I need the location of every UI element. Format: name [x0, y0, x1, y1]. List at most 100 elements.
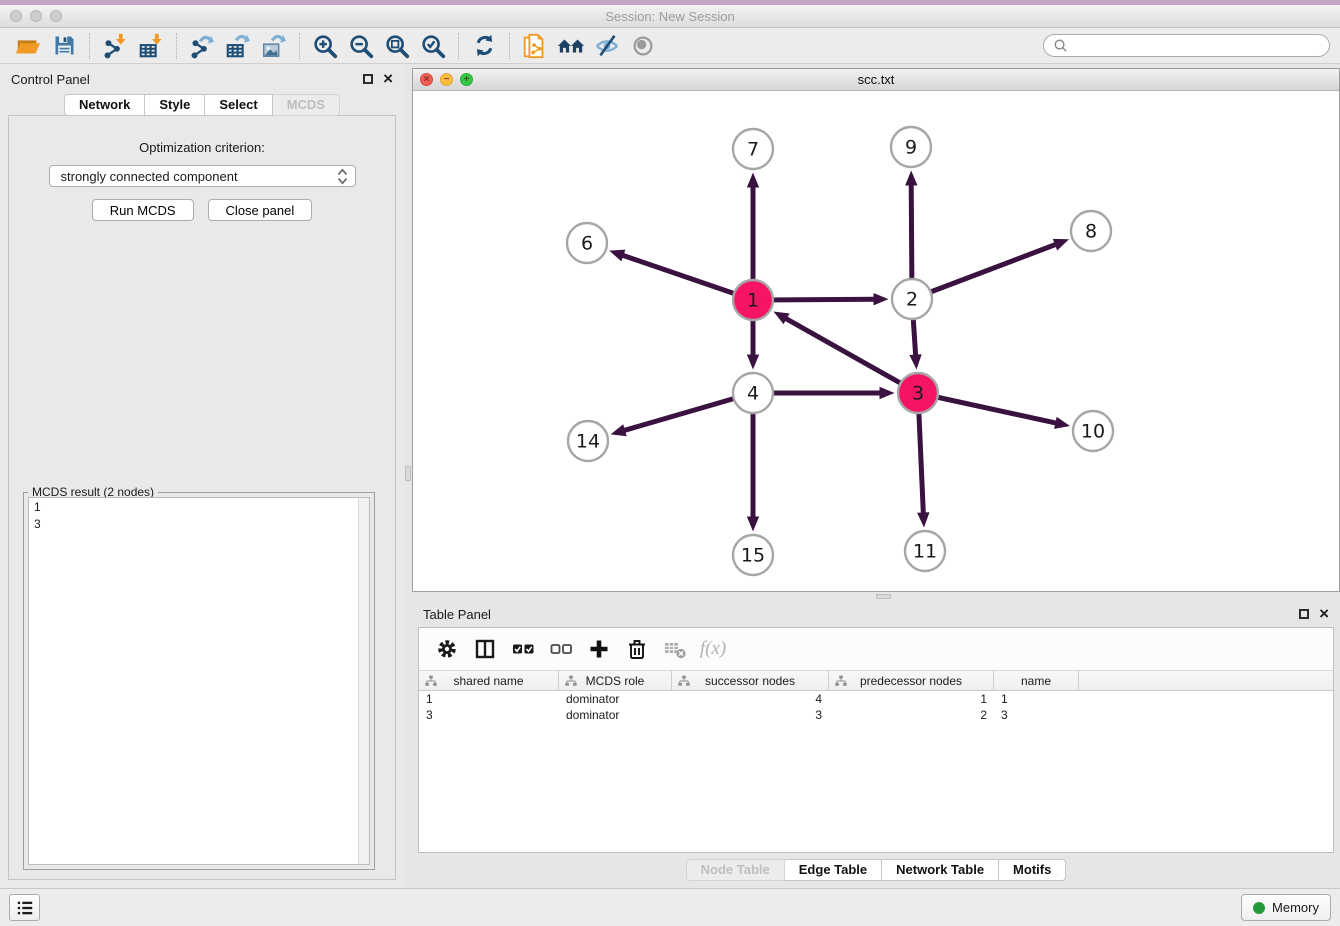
graph-edge-arrow: [747, 517, 759, 532]
save-session-button[interactable]: [46, 31, 82, 61]
unselect-all-button[interactable]: [545, 635, 577, 663]
toolbar-separator: [89, 33, 90, 59]
zoom-selected-button[interactable]: [415, 31, 451, 61]
cell-name[interactable]: 3: [994, 708, 1079, 722]
float-panel-icon[interactable]: [363, 74, 373, 84]
function-builder-button[interactable]: f(x): [697, 635, 729, 663]
close-panel-icon[interactable]: ×: [1319, 609, 1329, 619]
status-bar: Memory: [0, 888, 1340, 926]
search-input[interactable]: [1074, 39, 1320, 53]
horizontal-splitter[interactable]: [412, 592, 1340, 601]
select-all-button[interactable]: [507, 635, 539, 663]
new-network-button[interactable]: [517, 31, 553, 61]
import-table-button[interactable]: [133, 31, 169, 61]
tab-network[interactable]: Network: [64, 94, 145, 116]
cell-successor-nodes[interactable]: 4: [672, 692, 829, 706]
toolbar-separator: [509, 33, 510, 59]
apply-layout-icon: [471, 32, 498, 59]
column-header-name[interactable]: name: [994, 671, 1079, 690]
column-header-predecessor-nodes[interactable]: predecessor nodes: [829, 671, 994, 690]
list-icon: [16, 899, 34, 917]
close-panel-button[interactable]: Close panel: [208, 199, 313, 221]
import-network-button[interactable]: [97, 31, 133, 61]
window-title: Session: New Session: [0, 9, 1340, 24]
hierarchy-icon: [425, 675, 437, 687]
cell-successor-nodes[interactable]: 3: [672, 708, 829, 722]
open-file-button[interactable]: [10, 31, 46, 61]
memory-button[interactable]: Memory: [1241, 894, 1331, 921]
close-panel-icon[interactable]: ×: [383, 74, 393, 84]
export-image-icon: [260, 32, 288, 60]
main-toolbar: [0, 28, 1340, 64]
export-network-button[interactable]: [184, 31, 220, 61]
mcds-panel: Optimization criterion: strongly connect…: [8, 115, 396, 880]
column-header-shared-name[interactable]: shared name: [419, 671, 559, 690]
add-row-button[interactable]: [583, 635, 615, 663]
cell-mcds-role[interactable]: dominator: [559, 692, 672, 706]
apply-layout-button[interactable]: [466, 31, 502, 61]
graph-edge-arrow: [611, 424, 627, 436]
vertical-splitter[interactable]: [404, 64, 412, 888]
graph-node-label: 9: [905, 137, 917, 159]
cell-mcds-role[interactable]: dominator: [559, 708, 672, 722]
run-mcds-button[interactable]: Run MCDS: [92, 199, 194, 221]
graph-edge-2-8[interactable]: [912, 244, 1057, 299]
tab-motifs[interactable]: Motifs: [999, 859, 1066, 881]
task-history-button[interactable]: [9, 894, 40, 921]
table-row[interactable]: 3 dominator 3 2 3: [419, 707, 1333, 723]
network-minimize-icon[interactable]: −: [440, 73, 453, 86]
zoom-out-button[interactable]: [343, 31, 379, 61]
column-header-successor-nodes[interactable]: successor nodes: [672, 671, 829, 690]
export-image-button[interactable]: [256, 31, 292, 61]
cell-predecessor-nodes[interactable]: 1: [829, 692, 994, 706]
show-column-button[interactable]: [469, 635, 501, 663]
tab-network-table[interactable]: Network Table: [882, 859, 999, 881]
zoom-in-button[interactable]: [307, 31, 343, 61]
table-settings-button[interactable]: [431, 635, 463, 663]
result-scrollbar[interactable]: [358, 498, 369, 864]
show-all-button[interactable]: [553, 31, 589, 61]
save-session-icon: [51, 32, 78, 59]
hide-selected-icon: [593, 32, 621, 60]
tab-mcds[interactable]: MCDS: [273, 94, 340, 116]
cell-predecessor-nodes[interactable]: 2: [829, 708, 994, 722]
cell-name[interactable]: 1: [994, 692, 1079, 706]
zoom-selected-icon: [419, 32, 447, 60]
table-row[interactable]: 1 dominator 4 1 1: [419, 691, 1333, 707]
graph-node-label: 3: [912, 383, 924, 405]
graph-edge-arrow: [917, 512, 929, 527]
cell-shared-name[interactable]: 3: [419, 708, 559, 722]
splitter-handle[interactable]: [876, 594, 891, 599]
delete-table-button[interactable]: [659, 635, 691, 663]
network-zoom-icon[interactable]: +: [460, 73, 473, 86]
close-window-icon[interactable]: [10, 10, 22, 22]
network-graph[interactable]: 7968124314101511: [413, 91, 1339, 591]
export-table-button[interactable]: [220, 31, 256, 61]
search-field[interactable]: [1043, 34, 1330, 57]
graph-node-label: 7: [747, 139, 759, 161]
network-view-window: × − + scc.txt 7968124314101511: [412, 68, 1340, 592]
zoom-window-icon[interactable]: [50, 10, 62, 22]
tab-style[interactable]: Style: [145, 94, 205, 116]
show-hidden-button[interactable]: [625, 31, 661, 61]
import-network-icon: [101, 32, 129, 60]
zoom-fit-button[interactable]: [379, 31, 415, 61]
tab-select[interactable]: Select: [205, 94, 272, 116]
minimize-window-icon[interactable]: [30, 10, 42, 22]
graph-edge-3-1[interactable]: [785, 318, 918, 393]
zoom-out-icon: [347, 32, 375, 60]
network-close-icon[interactable]: ×: [420, 73, 433, 86]
hide-selected-button[interactable]: [589, 31, 625, 61]
tab-edge-table[interactable]: Edge Table: [785, 859, 882, 881]
splitter-handle[interactable]: [405, 466, 411, 481]
float-panel-icon[interactable]: [1299, 609, 1309, 619]
tab-node-table[interactable]: Node Table: [686, 859, 785, 881]
export-network-icon: [188, 32, 216, 60]
graph-node-label: 2: [906, 289, 918, 311]
graph-edge-arrow: [609, 250, 625, 262]
criterion-select[interactable]: strongly connected component: [49, 165, 356, 187]
cell-shared-name[interactable]: 1: [419, 692, 559, 706]
column-header-mcds-role[interactable]: MCDS role: [559, 671, 672, 690]
delete-row-button[interactable]: [621, 635, 653, 663]
graph-edge-3-10[interactable]: [918, 393, 1057, 423]
